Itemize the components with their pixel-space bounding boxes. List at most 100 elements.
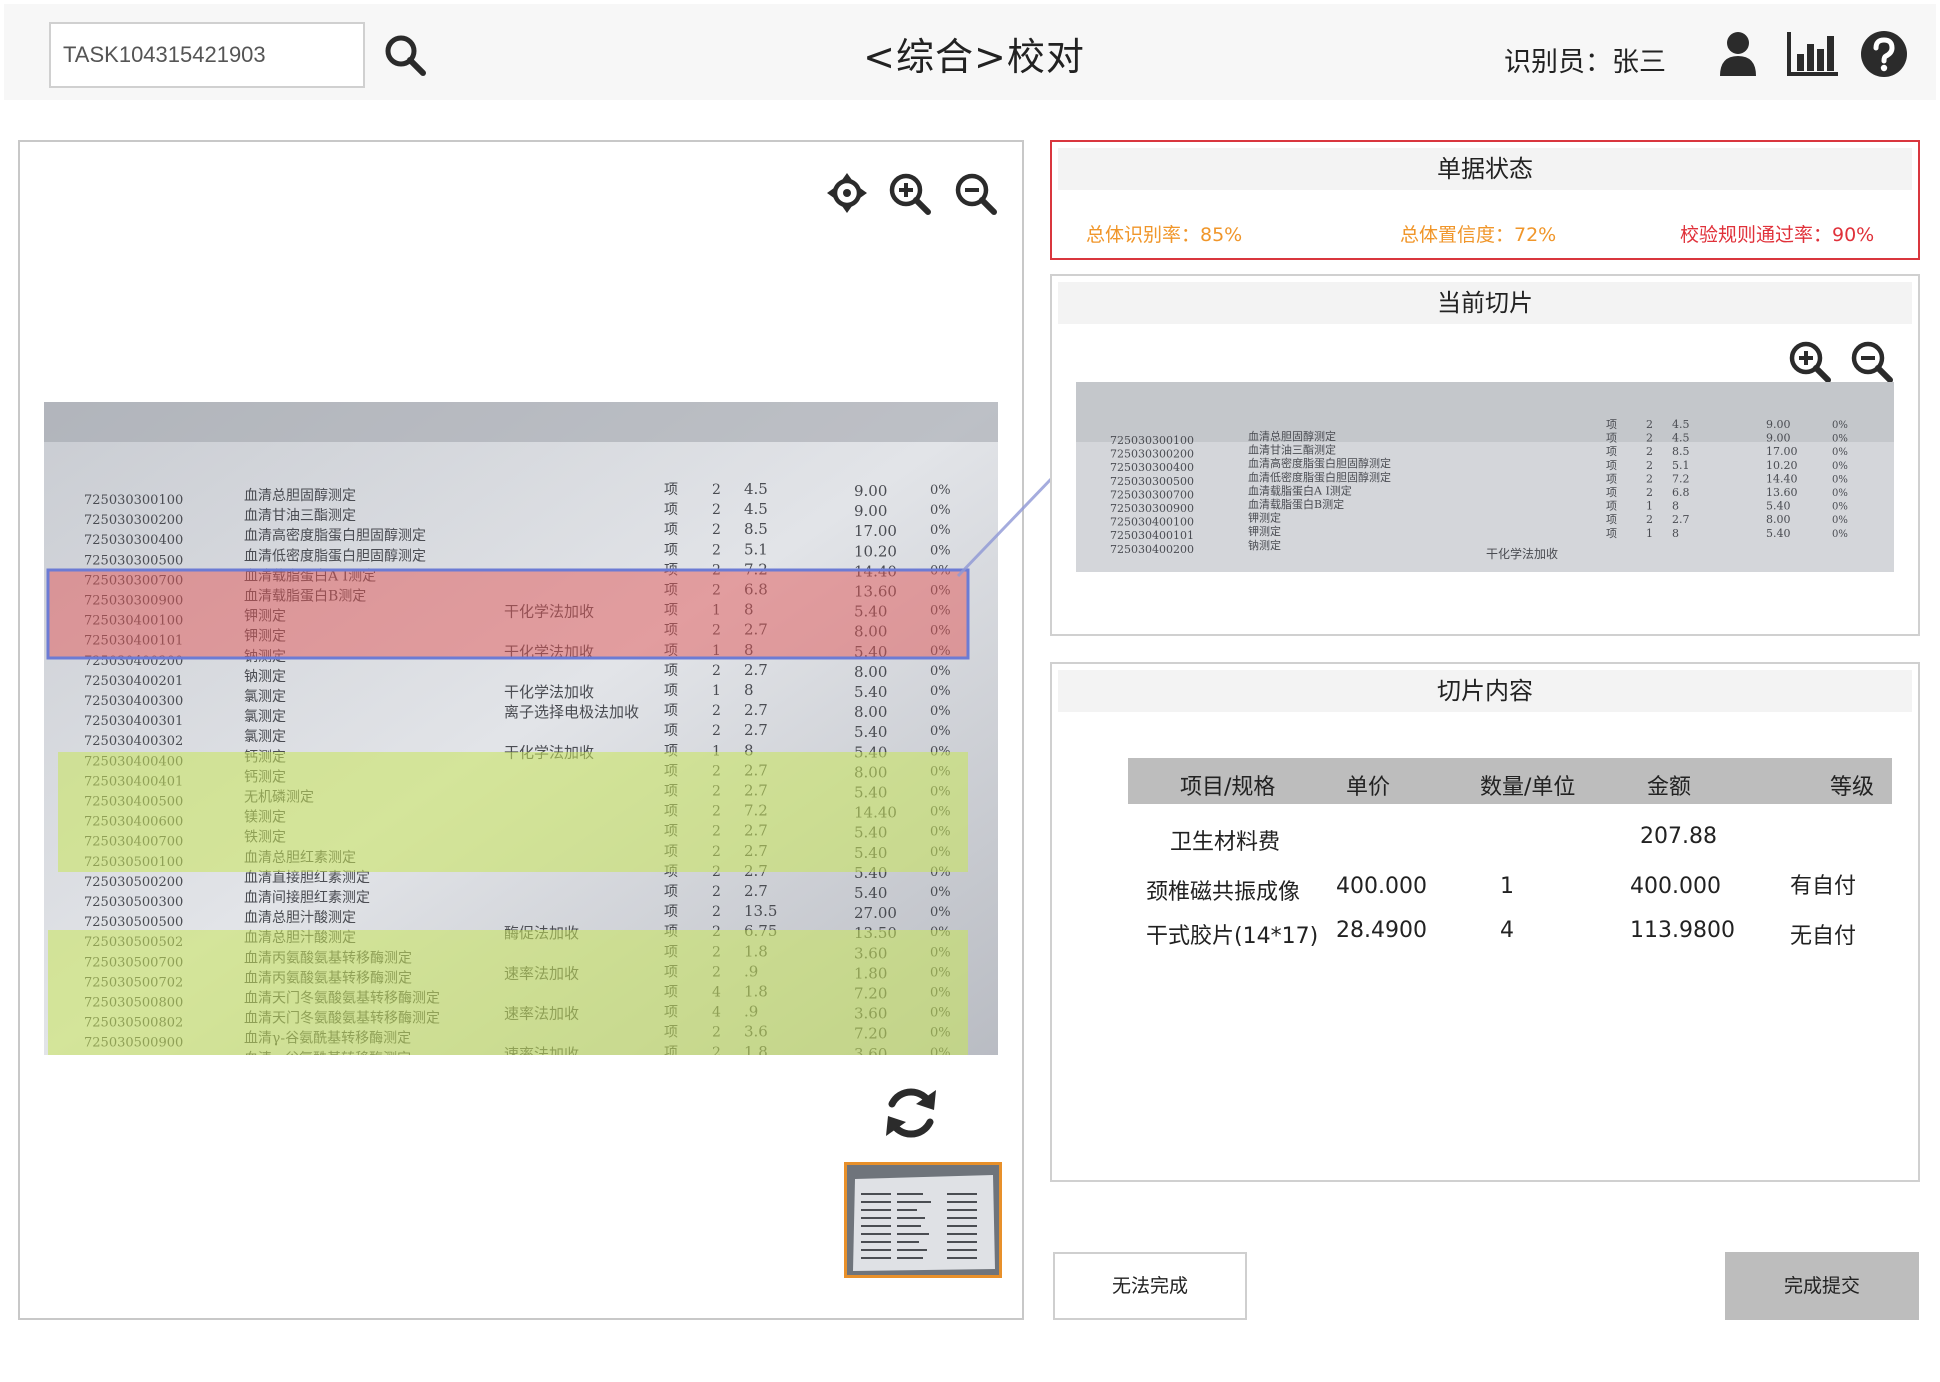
doc-amount: 5.40: [854, 884, 887, 902]
slice-qty: 1: [1646, 527, 1653, 540]
locate-icon[interactable]: [826, 172, 868, 214]
doc-unit: 项: [664, 904, 678, 920]
doc-price: 4.5: [744, 500, 768, 518]
row-item: 干式胶片(14*17): [1146, 924, 1319, 949]
doc-method: 离子选择电极法加收: [504, 703, 639, 721]
slice-qty: 2: [1646, 445, 1653, 458]
slice-item-name: 钠测定: [1248, 538, 1281, 552]
doc-amount: 17.00: [854, 522, 897, 540]
doc-code: 725030500200: [84, 875, 183, 890]
content-table-header: 项目/规格 单价 数量/单位 金额 等级: [1128, 758, 1892, 804]
bar-chart-icon[interactable]: [1786, 30, 1840, 78]
doc-item-name: 钠测定: [244, 669, 286, 685]
submit-button[interactable]: 完成提交: [1725, 1252, 1919, 1320]
doc-price: 4.5: [744, 480, 768, 498]
slice-amount: 5.40: [1766, 500, 1791, 513]
doc-item-name: 血清高密度脂蛋白胆固醇测定: [244, 527, 426, 544]
slice-percent: 0%: [1832, 420, 1848, 431]
slice-qty: 2: [1646, 513, 1653, 526]
doc-item-name: 血清甘油三酯测定: [244, 508, 356, 524]
slice-item-name: 钾测定: [1248, 511, 1281, 525]
doc-amount: 5.40: [854, 723, 887, 741]
page-title: <综合>校对: [863, 35, 1085, 79]
task-id-input[interactable]: [49, 22, 365, 88]
doc-code: 725030500300: [84, 895, 183, 910]
slice-unit: 项: [1606, 459, 1617, 472]
slice-item-name: 血清甘油三酯测定: [1248, 443, 1336, 457]
search-icon[interactable]: [382, 32, 428, 78]
rotate-icon[interactable]: [880, 1082, 942, 1144]
doc-amount: 9.00: [854, 502, 887, 520]
slice-price: 5.1: [1672, 459, 1690, 472]
doc-unit: 项: [664, 522, 678, 538]
doc-price: 2.7: [744, 721, 768, 739]
doc-item-name: 血清总胆固醇测定: [244, 487, 356, 504]
slice-unit: 项: [1606, 500, 1617, 513]
doc-unit: 项: [664, 683, 678, 699]
doc-item-name: 血清低密度脂蛋白胆固醇测定: [244, 547, 426, 564]
column-header-quantity: 数量/单位: [1480, 775, 1576, 800]
doc-percent: 0%: [930, 523, 951, 538]
row-quantity: 4: [1500, 918, 1514, 943]
slice-zoom-out-icon[interactable]: [1850, 340, 1894, 384]
confidence-rate: 总体置信度：72%: [1400, 224, 1557, 246]
doc-item-name: 氯测定: [244, 709, 286, 725]
slice-percent: 0%: [1832, 434, 1848, 445]
slice-panel-title: 当前切片: [1058, 282, 1912, 324]
slice-code: 725030400200: [1110, 543, 1194, 556]
slice-qty: 1: [1646, 500, 1653, 513]
doc-item-name: 血清间接胆红素测定: [244, 889, 370, 906]
slice-unit: 项: [1606, 472, 1617, 485]
doc-qty: 2: [712, 522, 721, 538]
slice-percent: 0%: [1832, 461, 1848, 472]
slice-amount: 17.00: [1766, 445, 1798, 458]
zoom-in-icon[interactable]: [888, 172, 932, 216]
doc-unit: 项: [664, 542, 678, 558]
slice-item-name: 钾测定: [1248, 524, 1281, 538]
doc-unit: 项: [664, 723, 678, 739]
slice-price: 8: [1672, 527, 1679, 540]
slice-item-name: 血清总胆固醇测定: [1248, 429, 1336, 443]
slice-image: 725030300100 血清总胆固醇测定项 2 4.5 9.00 0% 725030300…: [1076, 382, 1894, 572]
doc-qty: 2: [712, 482, 721, 498]
slice-code: 725030300400: [1110, 461, 1194, 474]
slice-qty: 2: [1646, 459, 1653, 472]
slice-item-name: 血清载脂蛋白A I测定: [1248, 483, 1352, 497]
verified-highlight-1: [58, 752, 968, 872]
doc-code: 725030400300: [84, 694, 183, 709]
doc-item-name: 氯测定: [244, 689, 286, 705]
zoom-out-icon[interactable]: [954, 172, 998, 216]
page-thumbnail[interactable]: [844, 1162, 1002, 1278]
doc-unit: 项: [664, 703, 678, 719]
slice-code: 725030300500: [1110, 475, 1194, 488]
slice-code: 725030400100: [1110, 516, 1194, 529]
current-slice-panel: 当前切片 725030300100 血清总胆固醇测定项 2 4.5 9.00 0% 7250…: [1050, 274, 1920, 636]
doc-qty: 1: [712, 683, 721, 699]
document-image[interactable]: 725030300100 血清总胆固醇测定项 2 4.5 9.00 0% 725030300…: [44, 402, 998, 1055]
cannot-complete-button[interactable]: 无法完成: [1053, 1252, 1247, 1320]
slice-amount: 13.60: [1766, 486, 1798, 499]
row-grade: 有自付: [1790, 874, 1857, 899]
user-icon[interactable]: [1718, 30, 1758, 78]
slice-price: 7.2: [1672, 472, 1690, 485]
slice-amount: 8.00: [1766, 513, 1791, 526]
recognition-rate: 总体识别率：85%: [1086, 224, 1243, 246]
slice-item-name: 血清低密度脂蛋白胆固醇测定: [1248, 470, 1391, 484]
doc-unit: 项: [664, 502, 678, 518]
doc-price: 13.5: [744, 902, 777, 920]
slice-price: 8.5: [1672, 445, 1690, 458]
doc-item-name: 氯测定: [244, 729, 286, 745]
doc-code: 725030300200: [84, 513, 183, 528]
row-price: 400.000: [1336, 874, 1427, 899]
slice-amount: 10.20: [1766, 459, 1798, 472]
slice-zoom-in-icon[interactable]: [1788, 340, 1832, 384]
doc-price: 8: [744, 681, 754, 699]
operator-label: 识别员：张三: [1504, 47, 1666, 78]
doc-code: 725030300400: [84, 533, 183, 548]
document-status-panel: 单据状态 总体识别率：85% 总体置信度：72% 校验规则通过率：90%: [1050, 140, 1920, 260]
doc-percent: 0%: [930, 503, 951, 518]
help-icon[interactable]: [1860, 30, 1908, 78]
row-amount: 207.88: [1640, 824, 1717, 849]
slice-percent: 0%: [1832, 488, 1848, 499]
slice-amount: 14.40: [1766, 472, 1798, 485]
